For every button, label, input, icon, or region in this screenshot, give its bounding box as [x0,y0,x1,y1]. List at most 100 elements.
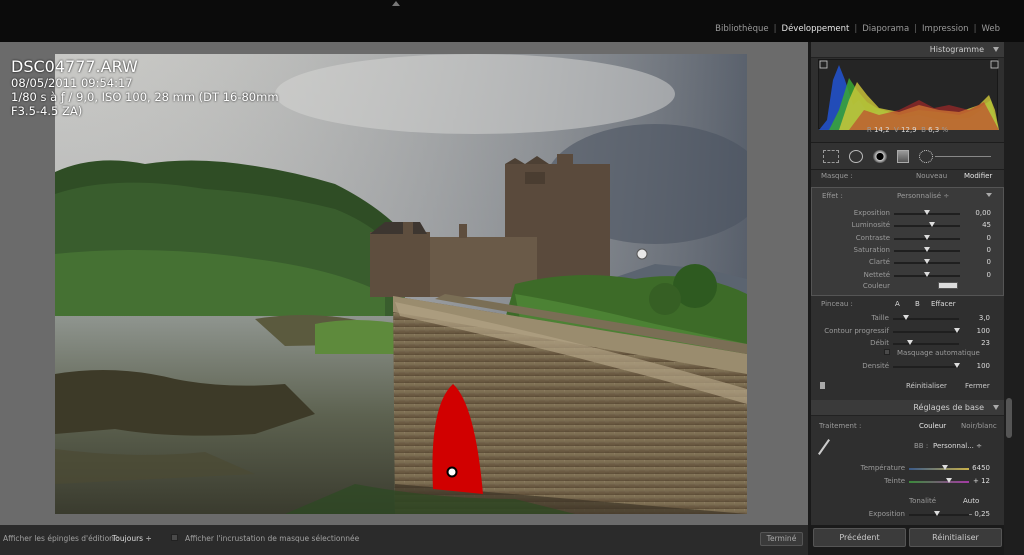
effect-exposure-label: Exposition [853,209,890,217]
auto-tone-button[interactable]: Auto [963,497,979,505]
right-panel: Histogramme R 14,2 V 12,9 B 6,3 % Masque… [811,42,1004,525]
effect-sharpness-label: Netteté [863,270,890,279]
brush-feather-slider[interactable] [893,327,961,333]
effect-exposure-slider[interactable] [894,210,960,215]
brush-flow-value[interactable]: 23 [960,339,990,347]
mask-edit-button[interactable]: Modifier [964,172,992,180]
effect-saturation-label: Saturation [853,245,891,254]
slider-knob[interactable] [924,234,930,240]
toggle-switch-icon[interactable] [820,382,825,389]
brush-feather-value[interactable]: 100 [960,327,990,335]
treatment-bw-button[interactable]: Noir/blanc [961,422,997,430]
effect-contrast-value[interactable]: 0 [961,234,991,242]
tone-label: Tonalité [909,497,937,505]
module-library[interactable]: Bibliothèque [715,24,768,34]
effect-collapse-icon[interactable] [986,193,992,197]
mask-label: Masque : [821,172,853,180]
panel-toggle-arrow-icon[interactable] [392,1,400,6]
effect-clarity-label: Clarté [868,258,890,267]
effect-sharpness-slider[interactable] [894,271,960,277]
slider-knob[interactable] [924,210,930,215]
slider-knob[interactable] [906,340,913,345]
spot-removal-icon[interactable] [849,150,863,163]
density-label: Densité [862,362,889,370]
basic-exposure-label: Exposition [868,510,905,518]
color-swatch[interactable] [938,282,958,289]
slider-knob[interactable] [946,478,953,483]
wb-label: BB : [914,442,929,450]
show-pins-select[interactable]: Toujours ÷ [112,534,152,543]
histogram-graph [819,60,999,130]
toolbar: Afficher les épingles d'édition : Toujou… [0,525,808,555]
effect-label: Effet : [822,192,843,200]
close-tool-button[interactable]: Fermer [965,382,990,390]
reset-tool-button[interactable]: Réinitialiser [906,382,947,390]
brush-size-label: Taille [871,314,889,322]
slider-knob[interactable] [929,222,936,228]
panel-scrollbar[interactable] [1004,42,1024,555]
density-value[interactable]: 100 [960,362,990,370]
mask-new-button[interactable]: Nouveau [916,172,947,180]
tint-value[interactable]: + 12 [960,477,990,485]
histogram-header[interactable]: Histogramme [811,42,1004,58]
collapse-triangle-icon[interactable] [993,405,999,410]
module-slideshow[interactable]: Diaporama [862,24,909,34]
color-label: Couleur [862,282,890,290]
wb-select[interactable]: Personnal... ÷ [933,442,982,450]
reset-button[interactable]: Réinitialiser [909,528,1002,547]
effect-clarity-slider[interactable] [894,259,960,265]
castle-photo [55,54,747,514]
brush-a-button[interactable]: A [895,300,900,308]
brush-size-value[interactable]: 3,0 [960,314,990,322]
slider-knob[interactable] [934,511,941,516]
effect-exposure-value[interactable]: 0,00 [961,209,991,217]
tool-divider [935,156,991,157]
collapse-triangle-icon[interactable] [993,47,999,52]
effect-sharpness-value[interactable]: 0 [961,271,991,279]
effect-clarity-value[interactable]: 0 [961,258,991,266]
slider-knob[interactable] [942,465,948,470]
effect-brightness-value[interactable]: 45 [961,221,991,229]
photo-filename: DSC04777.ARW [11,57,138,76]
previous-button[interactable]: Précédent [813,528,906,547]
treatment-color-button[interactable]: Couleur [919,422,946,430]
panel-scrollbar-thumb[interactable] [1006,398,1012,438]
brush-flow-slider[interactable] [893,340,959,345]
automask-checkbox[interactable] [884,349,890,355]
red-eye-icon[interactable] [873,150,887,163]
slider-knob[interactable] [924,259,930,265]
basic-exposure-value[interactable]: – 0,25 [960,510,990,518]
basic-header[interactable]: Réglages de base [811,400,1004,416]
module-web[interactable]: Web [981,24,1000,34]
brush-erase-button[interactable]: Effacer [931,300,956,308]
histogram-title: Histogramme [929,45,984,54]
mask-overlay-label: Afficher l'incrustation de masque sélect… [185,534,360,543]
shadow-clip-indicator [819,60,828,69]
photo-exposure-info: 1/80 s à ƒ / 9,0, ISO 100, 28 mm (DT 16-… [11,90,279,118]
slider-knob[interactable] [924,271,930,277]
graduated-filter-icon[interactable] [897,150,909,163]
photo-datetime: 08/05/2011 09:54:17 [11,76,133,90]
effect-saturation-slider[interactable] [894,246,960,252]
eyedropper-icon[interactable] [818,439,830,455]
slider-knob[interactable] [903,315,910,320]
brush-feather-label: Contour progressif [824,326,889,335]
done-button[interactable]: Terminé [760,532,803,546]
temp-value[interactable]: 6450 [960,464,990,472]
adjustment-brush-icon[interactable] [919,150,933,163]
crop-icon[interactable] [823,150,839,163]
slider-knob[interactable] [924,246,930,252]
brush-b-button[interactable]: B [915,300,920,308]
photo-canvas[interactable] [55,54,747,514]
effect-saturation-value[interactable]: 0 [961,246,991,254]
mask-overlay-checkbox[interactable] [171,534,178,541]
effect-preset-select[interactable]: Personnalisé ÷ [897,192,949,200]
effect-brightness-slider[interactable] [894,222,960,228]
tint-label: Teinte [884,477,905,485]
density-slider[interactable] [893,363,961,368]
effect-contrast-slider[interactable] [894,234,960,240]
mask-row: Masque : Nouveau Modifier [811,172,1004,186]
module-develop[interactable]: Développement [782,24,850,34]
brush-size-slider[interactable] [893,315,959,320]
module-print[interactable]: Impression [922,24,969,34]
